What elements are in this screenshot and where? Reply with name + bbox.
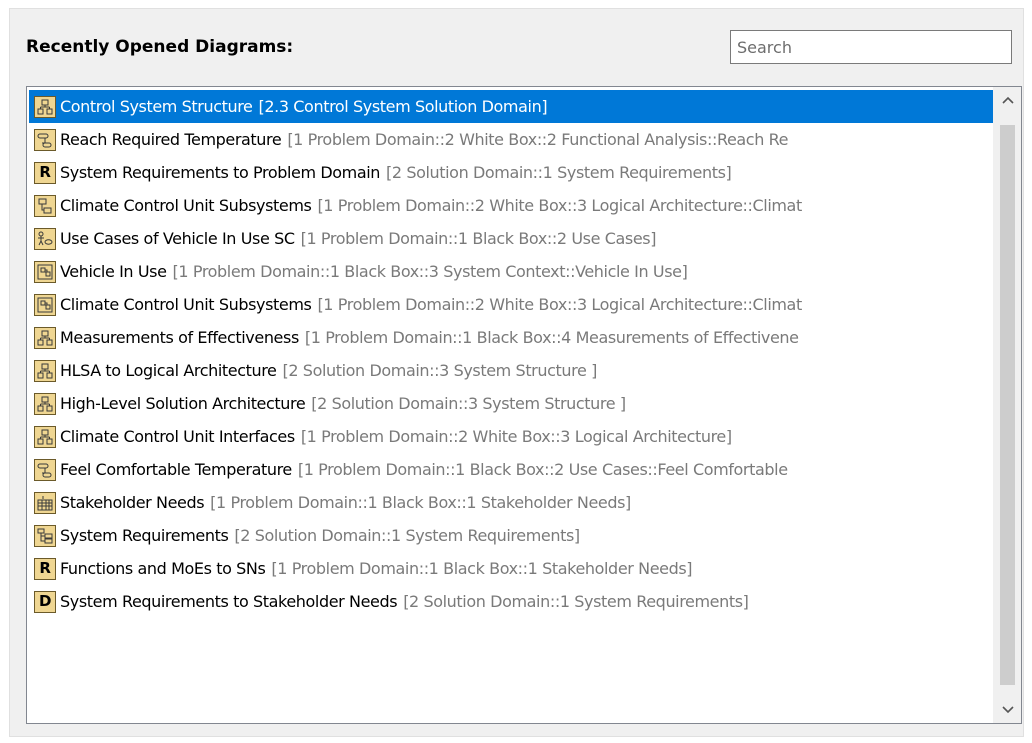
diagram-name: Measurements of Effectiveness xyxy=(60,328,299,347)
list-item[interactable]: Feel Comfortable Temperature [1 Problem D… xyxy=(29,453,995,486)
bdd-diagram-icon xyxy=(34,194,56,217)
requirement-diagram-icon: R xyxy=(34,161,56,184)
list-item[interactable]: Stakeholder Needs [1 Problem Domain::1 Bl… xyxy=(29,486,995,519)
icon-letter: R xyxy=(39,163,51,181)
list-item[interactable]: R Functions and MoEs to SNs [1 Problem Dom… xyxy=(29,552,995,585)
scroll-down-button[interactable] xyxy=(994,697,1021,723)
icon-letter: R xyxy=(39,559,51,577)
diagram-name: Control System Structure xyxy=(60,97,253,116)
list-item[interactable]: Control System Structure [2.3 Control Sys… xyxy=(29,90,995,123)
list-item[interactable]: Measurements of Effectiveness [1 Problem … xyxy=(29,321,995,354)
class-diagram-icon xyxy=(34,326,56,349)
activity-diagram-icon xyxy=(34,458,56,481)
requirement-diagram-icon: R xyxy=(34,557,56,580)
scroll-up-button[interactable] xyxy=(994,87,1021,113)
diagram-name: Use Cases of Vehicle In Use SC xyxy=(60,229,295,248)
list-item[interactable]: D System Requirements to Stakeholder Need… xyxy=(29,585,995,618)
list-item[interactable]: Climate Control Unit Subsystems [1 Proble… xyxy=(29,288,995,321)
diagram-path: [2 Solution Domain::3 System Structure ] xyxy=(311,394,626,413)
diagram-path: [2 Solution Domain::1 System Requirement… xyxy=(386,163,732,182)
diagram-list[interactable]: Control System Structure [2.3 Control Sys… xyxy=(26,86,1022,724)
diagram-path: [1 Problem Domain::1 Black Box::2 Use Ca… xyxy=(300,229,657,248)
activity-diagram-icon xyxy=(34,128,56,151)
list-item[interactable]: Reach Required Temperature [1 Problem Dom… xyxy=(29,123,995,156)
list-item[interactable]: System Requirements [2 Solution Domain::1… xyxy=(29,519,995,552)
diagram-name: Climate Control Unit Subsystems xyxy=(60,295,312,314)
diagram-name: Reach Required Temperature xyxy=(60,130,282,149)
diagram-name: Climate Control Unit Subsystems xyxy=(60,196,312,215)
diagram-path: [2 Solution Domain::1 System Requirement… xyxy=(403,592,749,611)
diagram-name: Vehicle In Use xyxy=(60,262,167,281)
list-item[interactable]: High-Level Solution Architecture [2 Solut… xyxy=(29,387,995,420)
list-item[interactable]: HLSA to Logical Architecture [2 Solution … xyxy=(29,354,995,387)
dependency-matrix-icon: D xyxy=(34,590,56,613)
diagram-path: [1 Problem Domain::1 Black Box::4 Measur… xyxy=(304,328,799,347)
vertical-scrollbar[interactable] xyxy=(993,87,1021,723)
scrollbar-thumb[interactable] xyxy=(1000,125,1015,685)
diagram-name: HLSA to Logical Architecture xyxy=(60,361,277,380)
diagram-path: [1 Problem Domain::2 White Box::3 Logica… xyxy=(317,295,802,314)
diagram-name: Feel Comfortable Temperature xyxy=(60,460,292,479)
list-item[interactable]: R System Requirements to Problem Domain [2… xyxy=(29,156,995,189)
diagram-name: System Requirements to Problem Domain xyxy=(60,163,381,182)
list-item[interactable]: Vehicle In Use [1 Problem Domain::1 Black… xyxy=(29,255,995,288)
diagram-path: [1 Problem Domain::1 Black Box::1 Stakeh… xyxy=(210,493,631,512)
class-diagram-icon xyxy=(34,392,56,415)
diagram-path: [1 Problem Domain::1 Black Box::3 System… xyxy=(172,262,688,281)
diagram-name: System Requirements xyxy=(60,526,229,545)
class-diagram-icon xyxy=(34,359,56,382)
ibd-diagram-icon xyxy=(34,293,56,316)
ibd-diagram-icon xyxy=(34,260,56,283)
search-input[interactable] xyxy=(730,30,1012,64)
diagram-path: [1 Problem Domain::1 Black Box::1 Stakeh… xyxy=(271,559,693,578)
list-item[interactable]: Climate Control Unit Interfaces [1 Proble… xyxy=(29,420,995,453)
list-item[interactable]: Use Cases of Vehicle In Use SC [1 Problem… xyxy=(29,222,995,255)
chevron-up-icon xyxy=(1001,96,1014,104)
diagram-path: [2.3 Control System Solution Domain] xyxy=(258,97,548,116)
diagram-path: [1 Problem Domain::2 White Box::3 Logica… xyxy=(317,196,802,215)
containment-diagram-icon xyxy=(34,524,56,547)
diagram-name: Stakeholder Needs xyxy=(60,493,205,512)
panel-title: Recently Opened Diagrams: xyxy=(26,37,294,57)
diagram-name: Functions and MoEs to SNs xyxy=(60,559,266,578)
class-diagram-icon xyxy=(34,425,56,448)
diagram-path: [2 Solution Domain::3 System Structure ] xyxy=(282,361,598,380)
diagram-path: [1 Problem Domain::2 White Box::3 Logica… xyxy=(300,427,732,446)
diagram-path: [1 Problem Domain::1 Black Box::2 Use Ca… xyxy=(297,460,788,479)
diagram-name: System Requirements to Stakeholder Needs xyxy=(60,592,398,611)
diagram-name: Climate Control Unit Interfaces xyxy=(60,427,295,446)
diagram-path: [1 Problem Domain::2 White Box::2 Functi… xyxy=(287,130,789,149)
chevron-down-icon xyxy=(1001,706,1014,714)
diagram-path: [2 Solution Domain::1 System Requirement… xyxy=(234,526,580,545)
list-item[interactable]: Climate Control Unit Subsystems [1 Proble… xyxy=(29,189,995,222)
use-case-diagram-icon xyxy=(34,227,56,250)
icon-letter: D xyxy=(38,592,52,610)
requirement-table-icon xyxy=(34,491,56,514)
diagram-name: High-Level Solution Architecture xyxy=(60,394,306,413)
class-diagram-icon xyxy=(34,95,56,118)
